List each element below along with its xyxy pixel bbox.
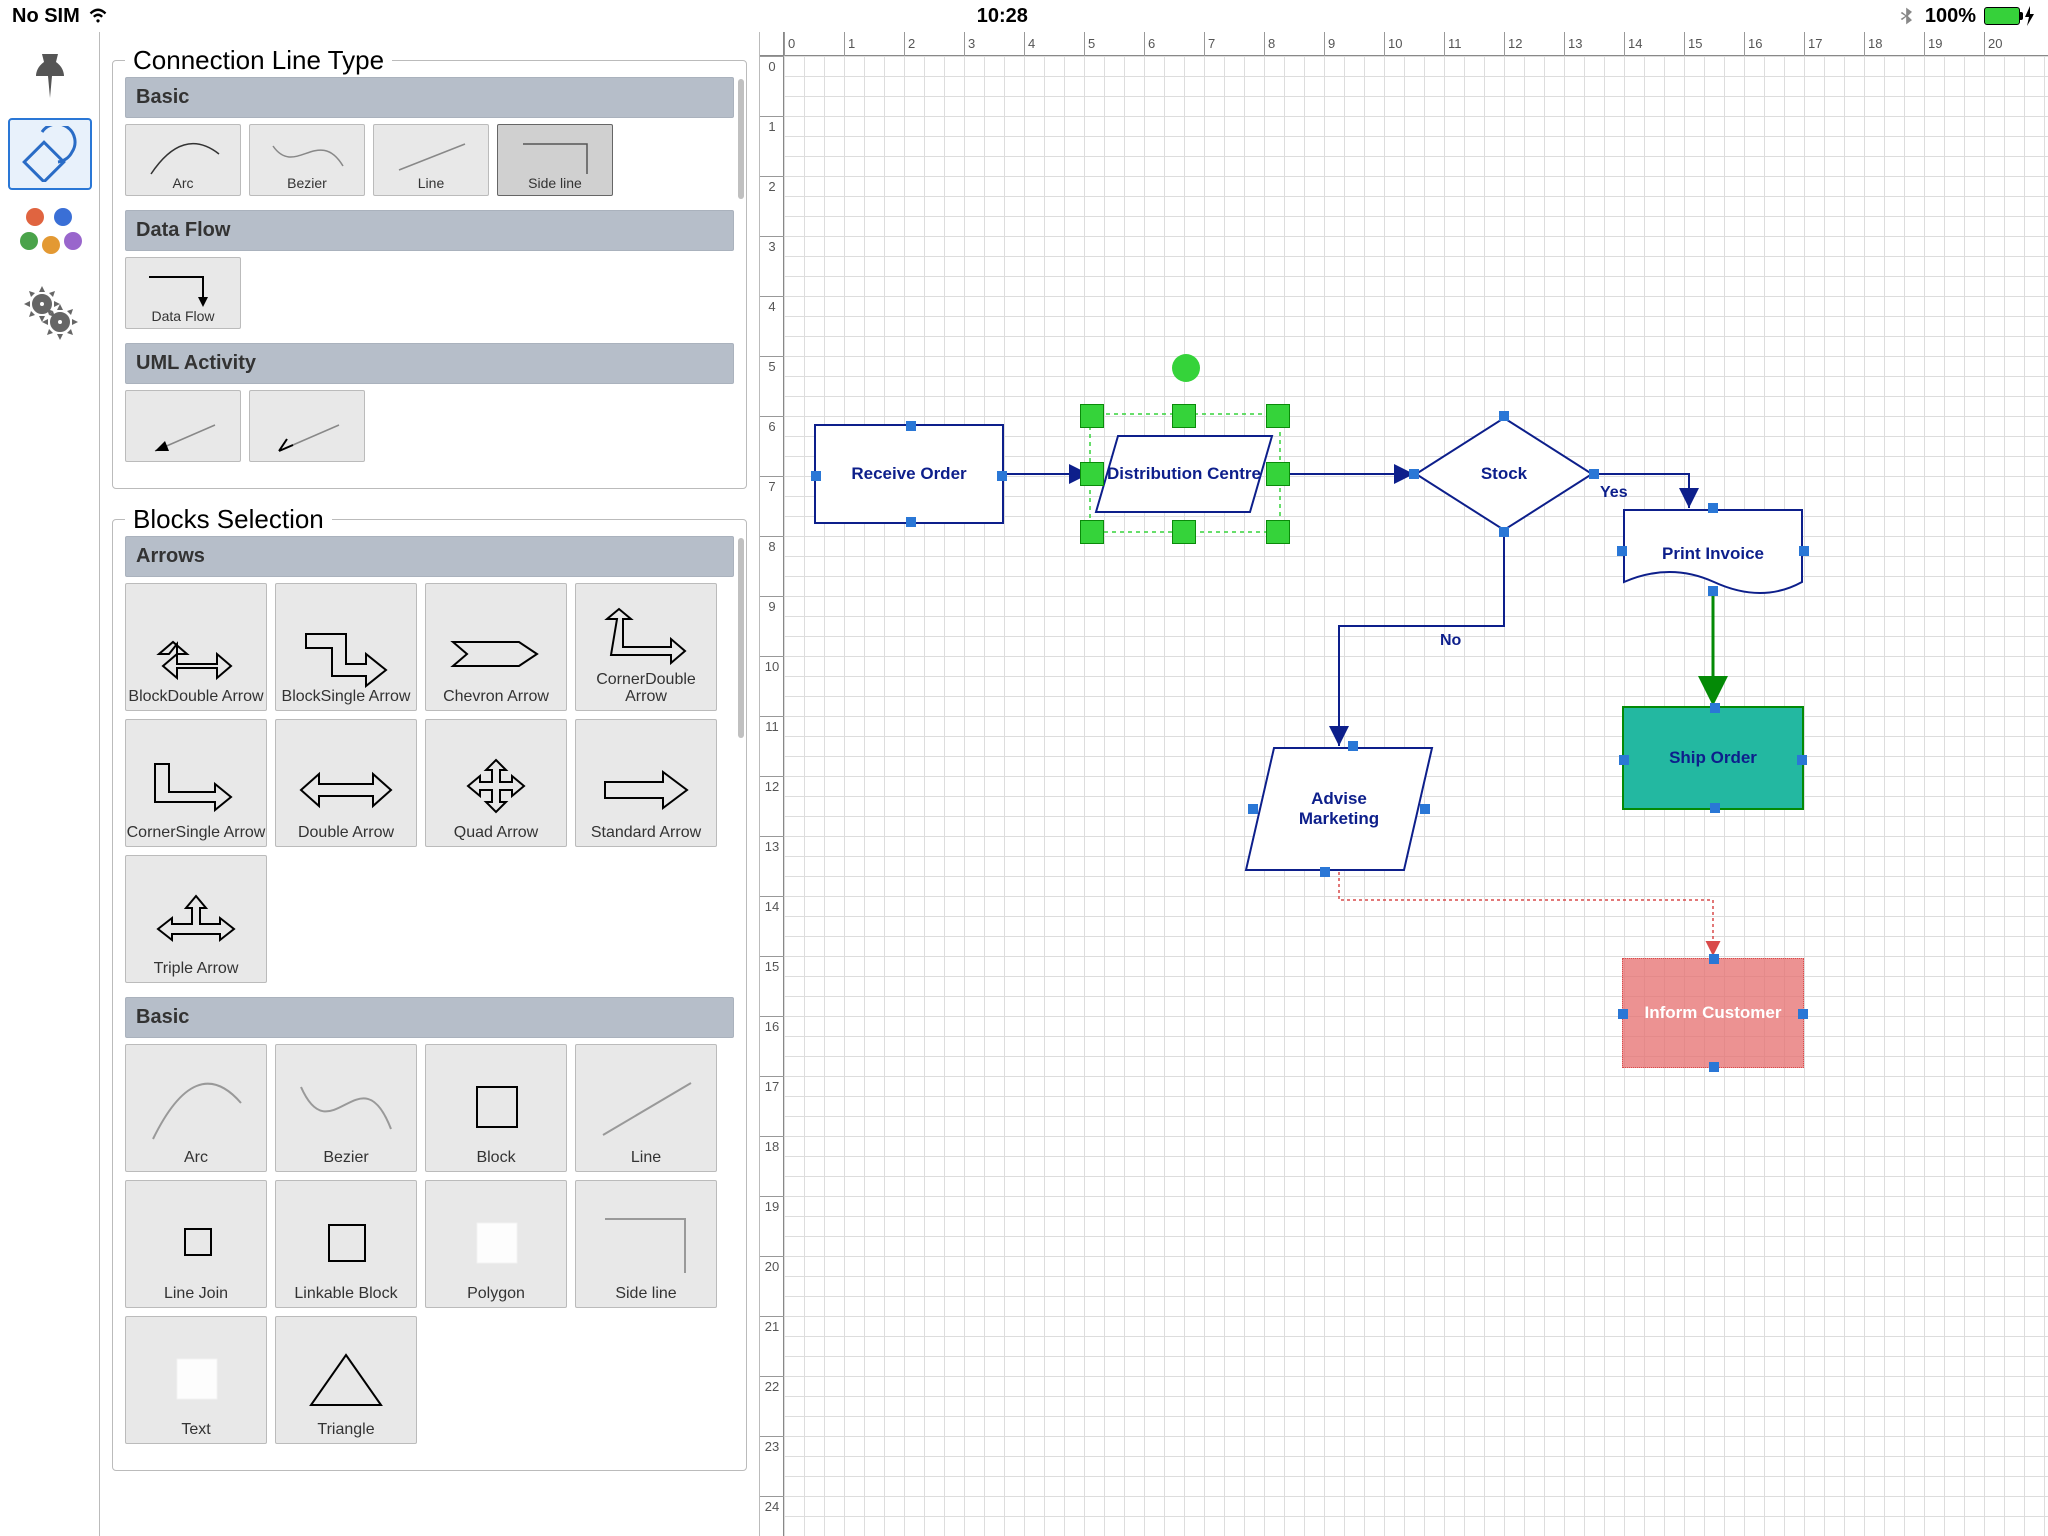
side-panel: Connection Line Type Basic Arc Bezier Li… — [100, 32, 760, 1536]
stencil-sideline2[interactable]: Side line — [575, 1180, 717, 1308]
tool-strip — [0, 32, 100, 1536]
bluetooth-icon — [1897, 6, 1917, 26]
node-distribution-centre[interactable]: Distribution Centre — [1094, 434, 1274, 514]
ruler-vertical: 0123456789101112131415161718192021222324… — [760, 56, 784, 1536]
pin-tool[interactable] — [8, 40, 92, 112]
scrollbar[interactable] — [738, 79, 744, 199]
resize-handle-n[interactable] — [1172, 404, 1196, 428]
stencil-bezier2[interactable]: Bezier — [275, 1044, 417, 1172]
stencil-triangle[interactable]: Triangle — [275, 1316, 417, 1444]
label-yes: Yes — [1600, 484, 1628, 502]
stencil-line[interactable]: Line — [373, 124, 489, 196]
clock-text: 10:28 — [977, 5, 1028, 28]
stencil-cornersingle[interactable]: CornerSingle Arrow — [125, 719, 267, 847]
stencil-bezier[interactable]: Bezier — [249, 124, 365, 196]
resize-handle-w[interactable] — [1080, 462, 1104, 486]
section-uml[interactable]: UML Activity — [125, 343, 734, 384]
ruler-corner — [760, 32, 784, 56]
stencil-quadarrow[interactable]: Quad Arrow — [425, 719, 567, 847]
stencil-linkable[interactable]: Linkable Block — [275, 1180, 417, 1308]
stencil-arc[interactable]: Arc — [125, 124, 241, 196]
section-arrows[interactable]: Arrows — [125, 536, 734, 577]
stencil-blockdouble[interactable]: BlockDouble Arrow — [125, 583, 267, 711]
colors-tool[interactable] — [20, 204, 80, 264]
stencil-uml-2[interactable] — [249, 390, 365, 462]
stencil-standardarrow[interactable]: Standard Arrow — [575, 719, 717, 847]
stencil-sideline[interactable]: Side line — [497, 124, 613, 196]
shapes-tool[interactable] — [8, 118, 92, 190]
stencil-doublearrow[interactable]: Double Arrow — [275, 719, 417, 847]
ruler-horizontal: 01234567891011121314151617181920 — [784, 32, 2048, 56]
node-advise-marketing[interactable]: Advise Marketing — [1244, 746, 1434, 872]
battery-icon — [1984, 7, 2020, 25]
section-basic2[interactable]: Basic — [125, 997, 734, 1038]
resize-handle-se[interactable] — [1266, 520, 1290, 544]
rotate-handle[interactable] — [1172, 354, 1200, 382]
stencil-triplearrow[interactable]: Triple Arrow — [125, 855, 267, 983]
resize-handle-nw[interactable] — [1080, 404, 1104, 428]
blocks-panel: Blocks Selection Arrows BlockDouble Arro… — [112, 519, 747, 1471]
stencil-blocksingle[interactable]: BlockSingle Arrow — [275, 583, 417, 711]
canvas-grid[interactable]: Receive Order Distribution Centre Stock — [784, 56, 2048, 1536]
resize-handle-ne[interactable] — [1266, 404, 1290, 428]
stencil-chevron[interactable]: Chevron Arrow — [425, 583, 567, 711]
section-dataflow[interactable]: Data Flow — [125, 210, 734, 251]
battery-percent: 100% — [1925, 5, 1976, 28]
stencil-line2[interactable]: Line — [575, 1044, 717, 1172]
stencil-dataflow[interactable]: Data Flow — [125, 257, 241, 329]
node-stock[interactable]: Stock — [1414, 416, 1594, 532]
carrier-text: No SIM — [12, 5, 80, 28]
stencil-cornerdouble[interactable]: CornerDouble Arrow — [575, 583, 717, 711]
resize-handle-e[interactable] — [1266, 462, 1290, 486]
charging-icon — [2024, 6, 2036, 26]
scrollbar[interactable] — [738, 538, 744, 738]
node-receive-order[interactable]: Receive Order — [814, 424, 1004, 524]
node-print-invoice[interactable]: Print Invoice — [1622, 508, 1804, 600]
resize-handle-sw[interactable] — [1080, 520, 1104, 544]
stencil-arc2[interactable]: Arc — [125, 1044, 267, 1172]
stencil-linejoin[interactable]: Line Join — [125, 1180, 267, 1308]
stencil-block2[interactable]: Block — [425, 1044, 567, 1172]
node-inform-customer[interactable]: Inform Customer — [1622, 958, 1804, 1068]
status-bar: No SIM 10:28 100% — [0, 0, 2048, 32]
stencil-polygon[interactable]: Polygon — [425, 1180, 567, 1308]
node-ship-order[interactable]: Ship Order — [1622, 706, 1804, 810]
wifi-icon — [88, 6, 108, 26]
stencil-uml-1[interactable] — [125, 390, 241, 462]
canvas[interactable]: 01234567891011121314151617181920 0123456… — [760, 32, 2048, 1536]
connection-line-panel: Connection Line Type Basic Arc Bezier Li… — [112, 60, 747, 489]
resize-handle-s[interactable] — [1172, 520, 1196, 544]
stencil-text[interactable]: Text — [125, 1316, 267, 1444]
label-no: No — [1440, 632, 1461, 650]
section-basic[interactable]: Basic — [125, 77, 734, 118]
settings-tool[interactable] — [8, 276, 92, 348]
